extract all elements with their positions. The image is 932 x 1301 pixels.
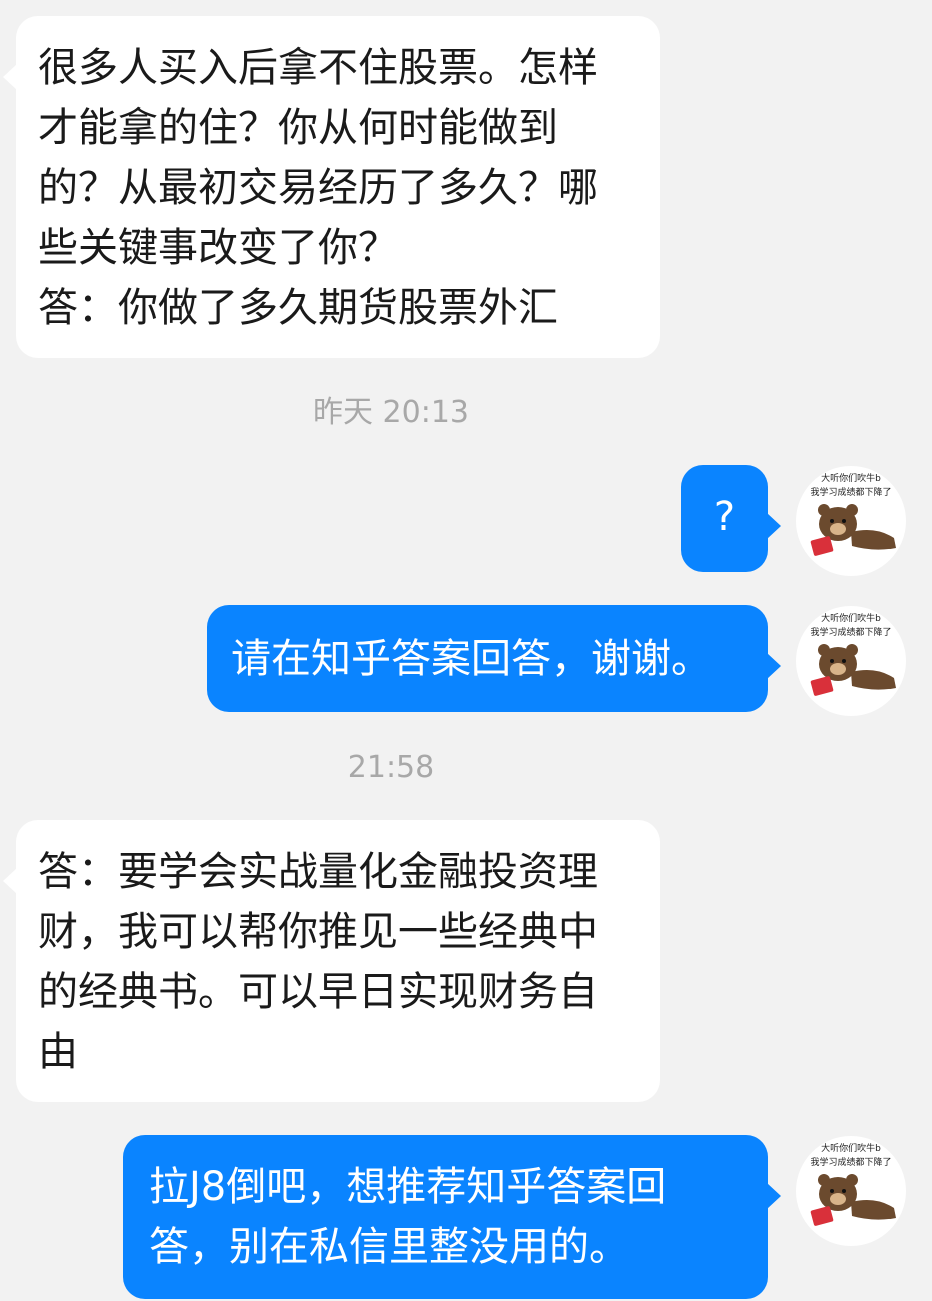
message-text: 拉J8倒吧，想推荐知乎答案回 答，别在私信里整没用的。 <box>149 1164 667 1270</box>
avatar[interactable]: 大听你们吹牛b 我学习成绩都下降了 <box>796 1136 906 1246</box>
message-text: 很多人买入后拿不住股票。怎样 才能拿的住？你从何时能做到 的？从最初交易经历了多… <box>38 45 598 331</box>
avatar-caption-top: 大听你们吹牛b <box>821 612 881 624</box>
bubble-tail <box>767 1183 781 1209</box>
message-text: 请在知乎答案回答，谢谢。 <box>231 636 711 682</box>
incoming-message-bubble[interactable]: 很多人买入后拿不住股票。怎样 才能拿的住？你从何时能做到 的？从最初交易经历了多… <box>3 16 660 358</box>
bear-meme-avatar-icon: 大听你们吹牛b 我学习成绩都下降了 <box>810 612 896 696</box>
avatar-caption-top: 大听你们吹牛b <box>821 1142 881 1154</box>
avatar[interactable]: 大听你们吹牛b 我学习成绩都下降了 <box>796 606 906 716</box>
avatar-caption-bottom: 我学习成绩都下降了 <box>810 1156 891 1168</box>
message-text: ? <box>713 494 736 540</box>
bear-meme-avatar-icon: 大听你们吹牛b 我学习成绩都下降了 <box>810 1142 896 1226</box>
bubble-tail <box>3 868 17 894</box>
bear-meme-avatar-icon: 大听你们吹牛b 我学习成绩都下降了 <box>810 472 896 556</box>
bubble-tail <box>3 64 17 90</box>
incoming-message-bubble[interactable]: 答：要学会实战量化金融投资理 财，我可以帮你推见一些经典中 的经典书。可以早日实… <box>3 820 660 1102</box>
outgoing-message-bubble[interactable]: ? <box>681 465 781 572</box>
avatar-caption-bottom: 我学习成绩都下降了 <box>810 626 891 638</box>
outgoing-message-bubble[interactable]: 请在知乎答案回答，谢谢。 <box>207 605 781 712</box>
timestamp: 昨天 20:13 <box>313 395 469 430</box>
bubble-tail <box>767 513 781 539</box>
avatar-caption-bottom: 我学习成绩都下降了 <box>810 486 891 498</box>
message-text: 答：要学会实战量化金融投资理 财，我可以帮你推见一些经典中 的经典书。可以早日实… <box>38 849 598 1075</box>
avatar[interactable]: 大听你们吹牛b 我学习成绩都下降了 <box>796 466 906 576</box>
timestamp: 21:58 <box>347 750 435 785</box>
avatar-caption-top: 大听你们吹牛b <box>821 472 881 484</box>
outgoing-message-bubble[interactable]: 拉J8倒吧，想推荐知乎答案回 答，别在私信里整没用的。 <box>123 1135 781 1299</box>
bubble-tail <box>767 653 781 679</box>
